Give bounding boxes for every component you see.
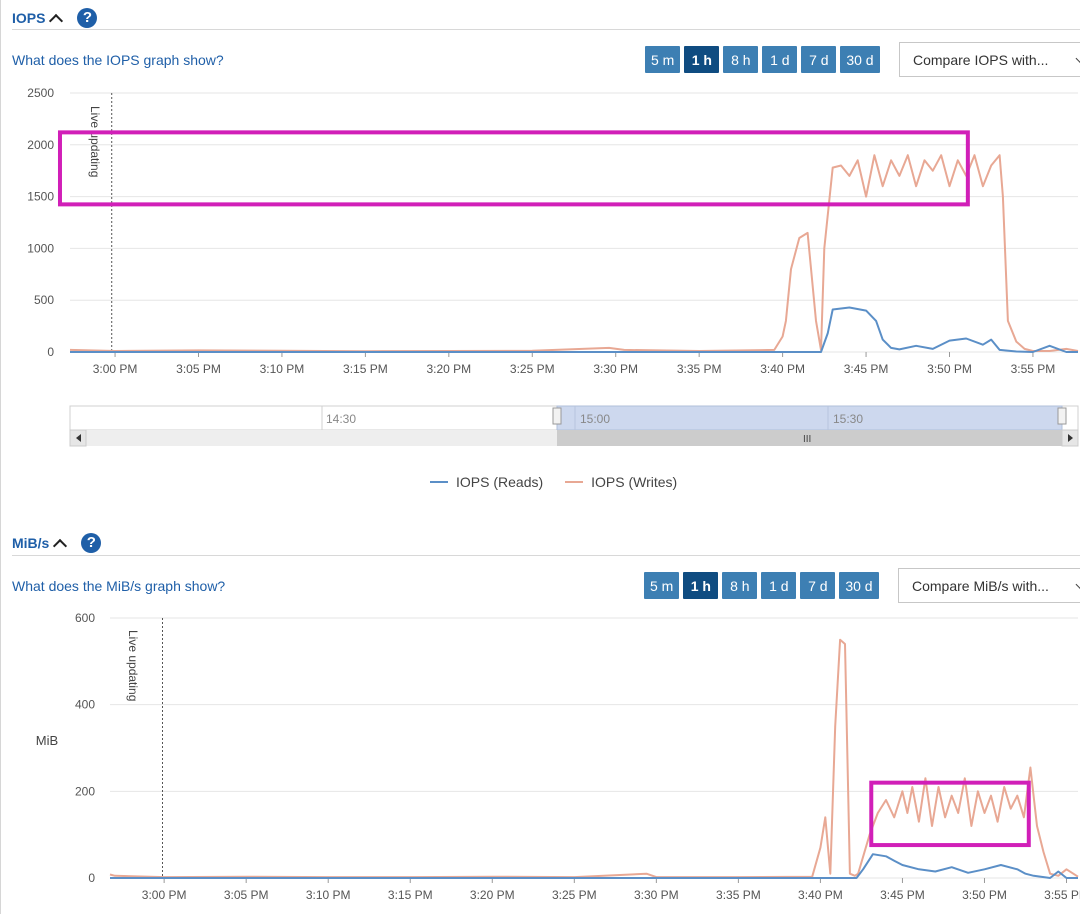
x-tick-label: 3:55 PM xyxy=(1044,888,1080,902)
range-button-5m[interactable]: 5 m xyxy=(644,572,680,599)
range-button-30d[interactable]: 30 d xyxy=(839,572,879,599)
compare-label: Compare MiB/s with... xyxy=(912,577,1049,594)
x-tick-label: 3:25 PM xyxy=(552,888,597,902)
help-icon[interactable]: ? xyxy=(81,533,102,553)
mibs-range-buttons: 5 m1 h8 h1 d7 d 30 d xyxy=(644,572,879,599)
x-tick-label: 3:40 PM xyxy=(798,888,843,902)
y-axis-label: MiB xyxy=(36,733,58,748)
mibs-chart[interactable]: 0 200 400 600 MiB 3:00 PM 3:05 PM 3:10 PM 3:15 P… xyxy=(0,610,1080,914)
live-updating-label: Live updating xyxy=(126,630,140,701)
range-button-1h[interactable]: 1 h xyxy=(683,572,719,599)
mibs-section-header[interactable]: MiB/s ? xyxy=(12,531,102,555)
x-tick-label: 3:20 PM xyxy=(470,888,515,902)
x-tick-label: 3:00 PM xyxy=(142,888,187,902)
x-tick-label: 3:45 PM xyxy=(880,888,925,902)
x-tick-label: 3:35 PM xyxy=(716,888,761,902)
mibs-compare-dropdown[interactable]: Compare MiB/s with... xyxy=(898,568,1080,603)
y-tick-label: 400 xyxy=(75,698,95,712)
chevron-up-icon[interactable] xyxy=(53,538,68,554)
section-divider xyxy=(12,555,1080,556)
x-tick-label: 3:05 PM xyxy=(224,888,269,902)
range-button-7d[interactable]: 7 d xyxy=(800,572,836,599)
x-tick-label: 3:10 PM xyxy=(306,888,351,902)
x-tick-label: 3:30 PM xyxy=(634,888,679,902)
y-tick-label: 0 xyxy=(88,871,95,885)
series-line-reads[interactable] xyxy=(110,853,1078,879)
range-button-8h[interactable]: 8 h xyxy=(722,572,758,599)
chevron-down-icon xyxy=(1075,579,1080,590)
series-line-writes[interactable] xyxy=(109,638,1079,879)
x-tick-label: 3:50 PM xyxy=(962,888,1007,902)
mibs-section: MiB/s ? What does the MiB/s graph show? … xyxy=(0,0,1080,914)
x-tick-label: 3:15 PM xyxy=(388,888,433,902)
range-button-1d[interactable]: 1 d xyxy=(761,572,797,599)
section-title[interactable]: MiB/s xyxy=(12,535,49,551)
y-tick-label: 200 xyxy=(75,784,95,798)
mibs-help-link[interactable]: What does the MiB/s graph show? xyxy=(12,578,225,594)
y-tick-label: 600 xyxy=(75,611,95,625)
